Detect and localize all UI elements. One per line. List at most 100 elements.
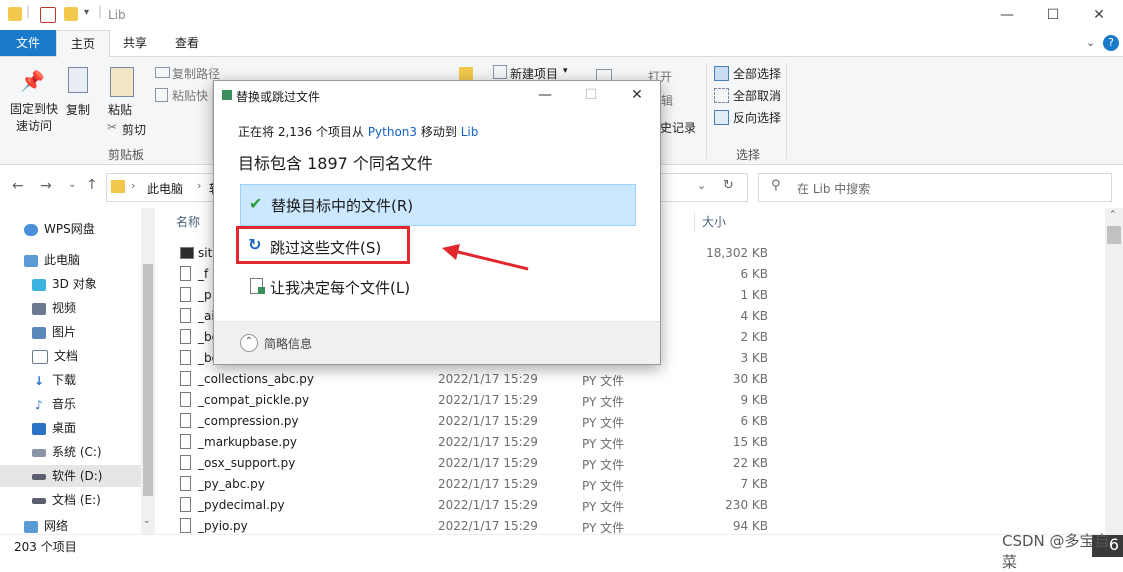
dialog-minimize-button[interactable]: — [522,81,568,109]
chevron-down-icon[interactable]: ▾ [84,7,89,18]
new-folder-icon[interactable] [64,7,78,21]
chevron-right-icon[interactable]: › [131,179,135,192]
annotation-arrow [442,244,529,271]
file-icon [180,434,191,449]
sidebar-item-label: WPS网盘 [44,222,95,236]
chevron-up-icon[interactable]: ⌃ [240,334,258,352]
sidebar-item-label: 系统 (C:) [52,445,102,459]
file-icon [180,476,191,491]
sidebar-item-videos[interactable]: 视频 [0,297,187,319]
replace-files-option[interactable]: ✔ 替换目标中的文件(R) [240,184,636,226]
sidebar-item-pictures[interactable]: 图片 [0,321,187,343]
tab-home[interactable]: 主页 [56,30,110,57]
sidebar-item-downloads[interactable]: ↓ 下载 [0,369,187,391]
document-icon [32,349,48,364]
copy-icon [68,67,88,93]
file-type: PY 文件 [582,395,625,409]
source-folder-link[interactable]: Python3 [368,125,417,139]
file-icon [180,308,191,323]
destination-folder-link[interactable]: Lib [461,125,479,139]
back-arrow-icon[interactable]: ← [12,178,24,194]
cut-button[interactable]: 剪切 [122,121,146,138]
table-row[interactable]: _pydecimal.py 2022/1/17 15:29 PY 文件 230 KB [176,495,786,516]
select-all-button[interactable]: 全部选择 [733,65,781,82]
paste-shortcut-icon [155,88,168,102]
divider: | [26,4,31,18]
table-row[interactable]: _collections_abc.py 2022/1/17 15:29 PY 文件 3… [176,369,786,390]
table-row[interactable]: _osx_support.py 2022/1/17 15:29 PY 文件 22 KB [176,453,786,474]
paste-button[interactable]: 粘贴 [108,101,132,118]
forward-arrow-icon[interactable]: → [40,178,52,194]
chevron-down-icon[interactable]: ⌄ [1086,36,1095,49]
table-row[interactable]: _markupbase.py 2022/1/17 15:29 PY 文件 15 KB [176,432,786,453]
history-button[interactable]: 史记录 [660,119,696,136]
refresh-icon[interactable]: ↻ [723,178,734,193]
minimize-button[interactable]: — [984,0,1030,30]
drive-icon [32,448,46,457]
file-name: _p [198,288,212,302]
select-none-button[interactable]: 全部取消 [733,87,781,104]
sidebar-item-drive-d[interactable]: 软件 (D:) [0,465,141,487]
dialog-close-button[interactable]: ✕ [614,81,660,109]
file-name: _f [198,267,209,281]
search-box[interactable]: ⚲ 在 Lib 中搜索 [758,173,1112,202]
sidebar-item-drive-c[interactable]: 系统 (C:) [0,441,187,463]
file-date: 2022/1/17 15:29 [438,372,538,386]
drive-icon [32,497,46,504]
tab-view[interactable]: 查看 [162,30,212,56]
table-row[interactable]: _compression.py 2022/1/17 15:29 PY 文件 6 KB [176,411,786,432]
invert-selection-button[interactable]: 反向选择 [733,109,781,126]
chevron-down-icon[interactable]: ▾ [563,66,568,76]
table-row[interactable]: _compat_pickle.py 2022/1/17 15:29 PY 文件 9 K… [176,390,786,411]
table-row[interactable]: _py_abc.py 2022/1/17 15:29 PY 文件 7 KB [176,474,786,495]
column-header-size[interactable]: 大小 [702,208,726,236]
sidebar-item-label: 音乐 [52,397,77,411]
annotation-highlight-box [236,226,410,264]
paste-shortcut-button[interactable]: 粘贴快 [172,87,208,104]
file-size: 2 KB [740,330,768,344]
tab-share[interactable]: 共享 [110,30,160,56]
fewer-details-button[interactable]: 简略信息 [264,335,312,352]
chevron-right-icon[interactable]: › [197,179,201,192]
close-button[interactable]: ✕ [1076,0,1122,30]
sidebar-item-3d-objects[interactable]: 3D 对象 [0,273,187,295]
file-size: 94 KB [732,519,768,533]
column-divider[interactable] [694,212,695,232]
new-item-icon [493,65,507,79]
properties-icon[interactable] [40,7,56,23]
transfer-info: 正在将 2,136 个项目从 Python3 移动到 Lib [238,123,478,140]
option-label: 替换目标中的文件(R) [271,197,414,215]
copy-button[interactable]: 复制 [66,101,90,118]
sidebar-item-drive-e[interactable]: 文档 (E:) [0,489,187,511]
chevron-down-icon[interactable]: ⌄ [697,179,706,192]
divider: | [98,4,103,18]
scrollbar-thumb[interactable] [143,264,153,496]
folder-icon [459,67,473,81]
sidebar-item-music[interactable]: ♪ 音乐 [0,393,187,415]
vertical-scrollbar[interactable]: ⌃ [1105,208,1123,534]
file-size: 6 KB [740,414,768,428]
chevron-down-icon[interactable]: ⌄ [143,516,151,526]
edit-button[interactable]: 辑 [661,92,673,109]
sidebar-item-desktop[interactable]: 桌面 [0,417,187,439]
maximize-button[interactable]: ☐ [1030,0,1076,30]
chevron-up-icon[interactable]: ⌃ [1109,210,1117,220]
paste-icon [110,67,134,97]
pin-quick-access-button[interactable]: 固定到快 速访问 [6,101,62,135]
search-input[interactable]: 在 Lib 中搜索 [797,180,870,197]
select-none-icon [714,88,729,103]
column-header-name[interactable]: 名称 [176,208,200,236]
scrollbar-thumb[interactable] [1107,226,1121,244]
up-arrow-icon[interactable]: ↑ [86,177,98,193]
breadcrumb-this-pc[interactable]: 此电脑 [147,180,183,197]
help-icon[interactable]: ? [1103,35,1119,51]
tab-file[interactable]: 文件 [0,30,56,56]
sidebar-item-label: 图片 [52,325,77,339]
copy-path-icon [155,67,170,78]
file-size: 9 KB [740,393,768,407]
sidebar-scrollbar[interactable]: ⌄ [141,208,155,534]
sidebar-item-documents[interactable]: 文档 [0,345,187,367]
chevron-down-icon[interactable]: ⌄ [68,179,76,190]
file-type: PY 文件 [582,479,625,493]
file-size: 3 KB [740,351,768,365]
